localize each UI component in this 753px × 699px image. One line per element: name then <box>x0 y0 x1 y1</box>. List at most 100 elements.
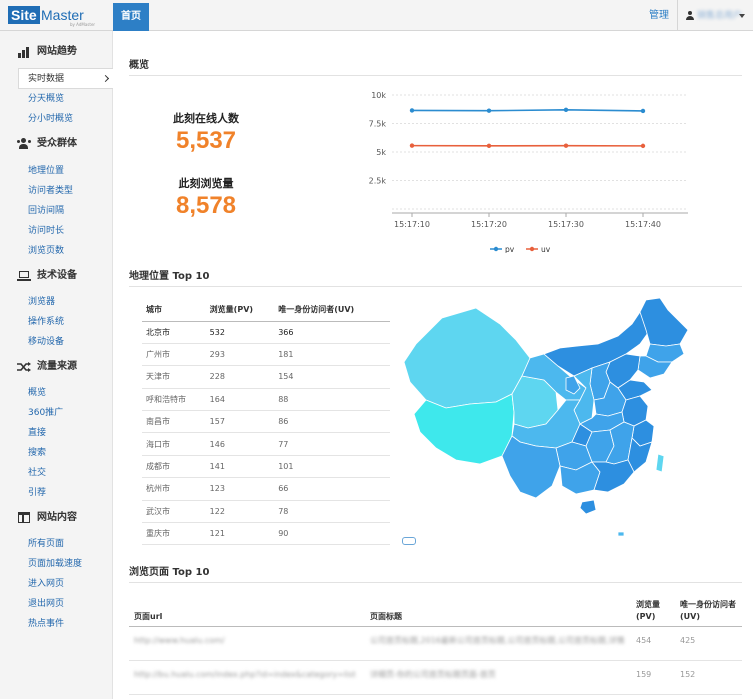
sidebar-item-label: 实时数据 <box>28 74 65 84</box>
sidebar-section-trends[interactable]: 网站趋势 <box>0 43 113 61</box>
sidebar-item-search[interactable]: 搜索 <box>28 446 108 460</box>
legend-marker-pv <box>493 246 499 252</box>
layout-icon <box>17 512 31 524</box>
sitemaster-logo[interactable]: Site Master by AdMaster <box>8 5 110 27</box>
tab-home[interactable]: 首页 <box>113 3 149 31</box>
uv-cell: 181 <box>274 343 390 367</box>
sidebar-section-audience[interactable]: 受众群体 <box>0 135 113 153</box>
city-cell: 广州市 <box>142 343 206 367</box>
y-tick-label: 10k <box>371 91 386 100</box>
map-zoom-control[interactable] <box>402 537 416 545</box>
column-header[interactable]: 唯一身份访问者(UV) <box>274 299 390 322</box>
data-point-pv <box>563 107 569 113</box>
city-cell: 成都市 <box>142 455 206 479</box>
uv-cell: 425 <box>675 626 742 661</box>
sidebar-item-return-interval[interactable]: 回访间隔 <box>28 204 108 218</box>
manage-link[interactable]: 管理 <box>649 9 669 23</box>
table-header-row: 页面url 页面标题 浏览量 (PV) 唯一身份访问者 (UV) <box>129 596 742 627</box>
x-tick-label: 15:17:20 <box>471 220 507 229</box>
data-point-uv <box>409 143 415 148</box>
sidebar-section-content[interactable]: 网站内容 <box>0 509 113 527</box>
chevron-down-icon[interactable] <box>739 14 745 18</box>
map-region[interactable] <box>403 307 531 409</box>
table-row: 武汉市 122 78 <box>142 500 390 524</box>
column-header[interactable]: 唯一身份访问者 (UV) <box>675 596 742 627</box>
column-header[interactable]: 页面url <box>129 596 365 627</box>
sidebar-item-visitor-type[interactable]: 访问者类型 <box>28 184 108 198</box>
uv-cell: 152 <box>675 660 742 695</box>
divider <box>129 286 742 287</box>
series-line-pv <box>411 109 644 112</box>
divider <box>129 75 742 76</box>
user-menu[interactable]: 销售总用户 <box>697 9 742 23</box>
column-header[interactable]: 城市 <box>142 299 206 322</box>
city-cell: 呼和浩特市 <box>142 388 206 412</box>
sidebar-item-exit-pages[interactable]: 退出网页 <box>28 597 108 611</box>
map-region[interactable] <box>655 453 665 473</box>
sidebar-item-realtime[interactable]: 实时数据 <box>18 68 113 89</box>
sidebar-item-referral[interactable]: 引荐 <box>28 486 108 500</box>
map-region[interactable] <box>639 297 689 347</box>
page-views-label: 此刻浏览量 <box>178 177 234 190</box>
sidebar-item-geo[interactable]: 地理位置 <box>28 164 108 178</box>
column-header[interactable]: 浏览量 (PV) <box>631 596 675 627</box>
page-views-value: 8,578 <box>175 192 237 219</box>
uv-cell: 77 <box>274 432 390 456</box>
map-region[interactable] <box>579 499 597 515</box>
table-row: 海口市 146 77 <box>142 432 390 456</box>
sidebar-item-overview[interactable]: 概览 <box>28 386 108 400</box>
sidebar-item-all-pages[interactable]: 所有页面 <box>28 537 108 551</box>
x-tick-label: 15:17:10 <box>394 220 430 229</box>
online-users-label: 此刻在线人数 <box>173 112 239 125</box>
map-region[interactable] <box>591 459 635 493</box>
sidebar-section-tech[interactable]: 技术设备 <box>0 267 113 285</box>
pv-cell: 454 <box>631 626 675 661</box>
legend-label-pv: pv <box>505 245 515 253</box>
chevron-right-icon <box>101 74 110 83</box>
geo-table: 城市 浏览量(PV) 唯一身份访问者(UV) 北京市 532 366 广州市 293 1… <box>142 299 390 546</box>
main-content: 概览 此刻在线人数 5,537 此刻浏览量 8,578 10k 7.5k 5k 2.5… <box>114 31 753 699</box>
table-row: 北京市 532 366 <box>142 321 390 344</box>
pv-cell: 122 <box>205 500 275 524</box>
data-point-uv <box>563 143 569 148</box>
uv-cell: 66 <box>274 477 390 501</box>
table-row: 天津市 228 154 <box>142 365 390 389</box>
page-url-cell[interactable]: http://www.hualu.com/ <box>129 626 365 661</box>
uv-cell: 88 <box>274 388 390 412</box>
sidebar-item-mobile[interactable]: 移动设备 <box>28 335 108 349</box>
page-url[interactable]: http://bu.hualu.com/index.php?id=index&c… <box>134 670 356 679</box>
data-point-pv <box>640 108 646 114</box>
sidebar: 网站趋势 实时数据 分天概览 分小时概览 受众群体 地理位置 访问者类型 回访间… <box>0 31 113 699</box>
sidebar-item-browser[interactable]: 浏览器 <box>28 295 108 309</box>
sidebar-item-social[interactable]: 社交 <box>28 466 108 480</box>
sidebar-item-daily[interactable]: 分天概览 <box>28 92 108 106</box>
sidebar-item-hot-events[interactable]: 热点事件 <box>28 617 108 631</box>
sidebar-item-direct[interactable]: 直接 <box>28 426 108 440</box>
sidebar-item-entry-pages[interactable]: 进入网页 <box>28 577 108 591</box>
sidebar-item-os[interactable]: 操作系统 <box>28 315 108 329</box>
page-url[interactable]: http://www.hualu.com/ <box>134 636 225 645</box>
data-point-pv <box>409 108 415 113</box>
uv-cell: 154 <box>274 365 390 389</box>
user-icon <box>686 11 694 20</box>
table-row: http://www.hualu.com/ 公司首页标题,2016最新公司首页标… <box>129 626 742 661</box>
page-url-cell[interactable]: http://bu.hualu.com/index.php?id=index&c… <box>129 660 365 695</box>
sidebar-item-visit-duration[interactable]: 访问时长 <box>28 224 108 238</box>
top-pages-table: 页面url 页面标题 浏览量 (PV) 唯一身份访问者 (UV) http://… <box>129 596 742 695</box>
sidebar-item-page-speed[interactable]: 页面加载速度 <box>28 557 108 571</box>
online-users-value: 5,537 <box>175 127 237 154</box>
pv-cell: 293 <box>205 343 275 367</box>
pv-cell: 228 <box>205 365 275 389</box>
sidebar-section-title: 网站趋势 <box>37 46 77 57</box>
overview-title: 概览 <box>129 60 149 71</box>
pv-cell: 146 <box>205 432 275 456</box>
sidebar-item-hourly[interactable]: 分小时概览 <box>28 112 108 126</box>
column-header[interactable]: 页面标题 <box>365 596 631 627</box>
data-point-uv <box>486 143 492 149</box>
column-header[interactable]: 浏览量(PV) <box>205 299 275 322</box>
china-province-map[interactable] <box>396 296 696 566</box>
shuffle-icon <box>17 362 31 372</box>
sidebar-section-traffic[interactable]: 流量来源 <box>0 358 113 376</box>
sidebar-item-page-depth[interactable]: 浏览页数 <box>28 244 108 258</box>
sidebar-item-360-promo[interactable]: 360推广 <box>28 406 108 420</box>
